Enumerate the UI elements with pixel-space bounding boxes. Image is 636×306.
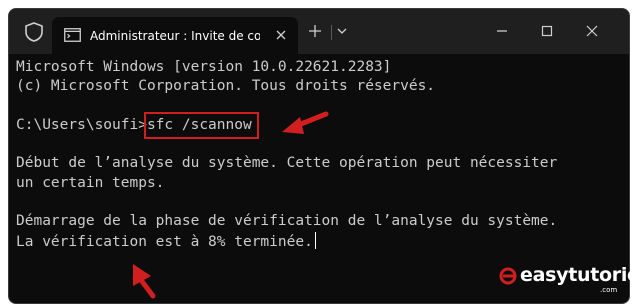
- annotation-arrow-icon: [133, 264, 156, 299]
- shield-icon: [25, 22, 43, 42]
- console-line: Démarrage de la phase de vérification de…: [16, 213, 558, 230]
- console-output[interactable]: Microsoft Windows [version 10.0.22621.22…: [16, 58, 616, 251]
- close-icon[interactable]: [274, 28, 288, 42]
- highlight-box: [143, 111, 259, 140]
- close-icon[interactable]: [584, 23, 600, 39]
- watermark-suffix: .com: [600, 286, 618, 294]
- annotation-arrow-icon: [282, 111, 329, 134]
- plus-icon[interactable]: [308, 24, 322, 38]
- console-line: (c) Microsoft Corporation. Tous droits r…: [16, 78, 436, 95]
- minimize-icon[interactable]: [494, 23, 510, 39]
- logo-icon: [499, 267, 517, 285]
- tab-command-prompt[interactable]: Administrateur : Invite de con: [52, 17, 298, 54]
- title-bar: Administrateur : Invite de con: [9, 9, 629, 54]
- prompt-path: C:\Users\soufi: [16, 116, 139, 133]
- progress-text: La vérification est à 8% terminée.: [16, 233, 313, 250]
- console-line: Début de l’analyse du système. Cette opé…: [16, 155, 558, 172]
- console-line: Microsoft Windows [version 10.0.22621.22…: [16, 59, 392, 75]
- text-cursor: [314, 231, 316, 249]
- tab-title: Administrateur : Invite de con: [90, 29, 260, 43]
- watermark-text: easytutoriel: [520, 264, 636, 286]
- terminal-icon: [64, 28, 81, 42]
- divider: [331, 25, 332, 40]
- command-text-wrap: sfc /scannow: [143, 111, 259, 140]
- console-line: un certain temps.: [16, 174, 165, 191]
- chevron-down-icon[interactable]: [336, 26, 348, 36]
- progress-line: La vérification est à 8% terminée.: [16, 231, 616, 251]
- maximize-icon[interactable]: [539, 23, 555, 39]
